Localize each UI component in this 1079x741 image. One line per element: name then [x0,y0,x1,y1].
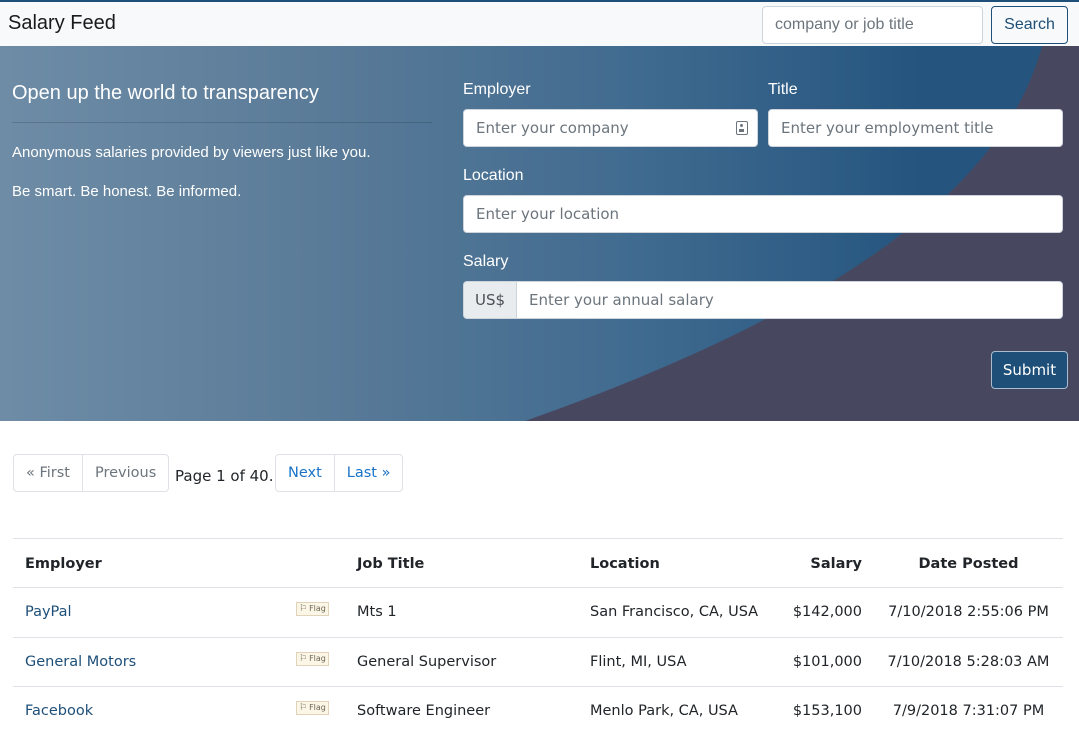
employer-link[interactable]: General Motors [25,638,136,686]
search-button[interactable]: Search [991,6,1068,44]
table-row: General Motors ⚐ Flag General Supervisor … [13,637,1063,686]
date-cell: 7/9/2018 7:31:07 PM [892,703,1045,719]
flag-button[interactable]: ⚐ Flag [296,602,329,616]
employer-link[interactable]: PayPal [25,588,72,636]
employer-link[interactable]: Facebook [25,687,93,735]
header-salary[interactable]: Salary [810,539,862,589]
page-indicator: Page 1 of 40. [175,467,274,485]
location-input[interactable] [463,195,1063,233]
date-cell: 7/10/2018 2:55:06 PM [888,604,1049,620]
pagination-next-group: Next Last » [275,454,404,492]
job-title-cell: Software Engineer [357,703,491,719]
flag-icon: ⚐ [299,604,308,614]
salary-label: Salary [463,253,509,270]
flag-label: Flag [309,604,326,613]
salary-cell: $153,100 [792,703,862,719]
next-page-button[interactable]: Next [275,454,335,492]
table-header-row: Employer Job Title Location Salary Date … [13,538,1063,588]
location-cell: Flint, MI, USA [590,654,687,670]
flag-icon: ⚐ [299,703,308,713]
salary-table: Employer Job Title Location Salary Date … [13,538,1063,735]
header-job-title[interactable]: Job Title [357,539,424,589]
header-location[interactable]: Location [590,539,660,589]
table-row: Facebook ⚐ Flag Software Engineer Menlo P… [13,686,1063,735]
hero-banner: Open up the world to transparency Anonym… [0,46,1079,421]
job-title-cell: General Supervisor [357,654,497,670]
title-input[interactable] [768,109,1063,147]
first-page-button[interactable]: « First [13,454,83,492]
location-cell: San Francisco, CA, USA [590,604,759,620]
flag-icon: ⚐ [299,654,308,664]
flag-label: Flag [309,703,326,712]
pagination-prev-group: « First Previous [13,454,170,492]
previous-page-button[interactable]: Previous [82,454,170,492]
job-title-cell: Mts 1 [357,604,397,620]
hero-divider [12,122,432,123]
search-input[interactable] [762,6,983,44]
title-label: Title [768,81,798,98]
contact-card-icon[interactable] [736,121,748,135]
brand-title[interactable]: Salary Feed [8,12,116,35]
location-label: Location [463,167,524,184]
flag-button[interactable]: ⚐ Flag [296,701,329,715]
last-page-button[interactable]: Last » [333,454,404,492]
flag-label: Flag [309,654,326,663]
salary-input[interactable] [516,281,1063,319]
top-navbar: Salary Feed Search [0,0,1079,46]
header-date-posted[interactable]: Date Posted [876,539,1061,589]
submit-button[interactable]: Submit [991,351,1068,389]
hero-description-2: Be smart. Be honest. Be informed. [12,183,242,200]
header-employer[interactable]: Employer [25,539,102,589]
hero-tagline: Open up the world to transparency [12,82,319,104]
currency-addon: US$ [463,281,517,319]
employer-label: Employer [463,81,531,98]
salary-cell: $142,000 [792,604,862,620]
flag-button[interactable]: ⚐ Flag [296,652,329,666]
employer-input[interactable] [463,109,758,147]
hero-description-1: Anonymous salaries provided by viewers j… [12,144,371,161]
date-cell: 7/10/2018 5:28:03 AM [887,654,1050,670]
table-row: PayPal ⚐ Flag Mts 1 San Francisco, CA, US… [13,588,1063,637]
location-cell: Menlo Park, CA, USA [590,703,738,719]
salary-cell: $101,000 [792,654,862,670]
